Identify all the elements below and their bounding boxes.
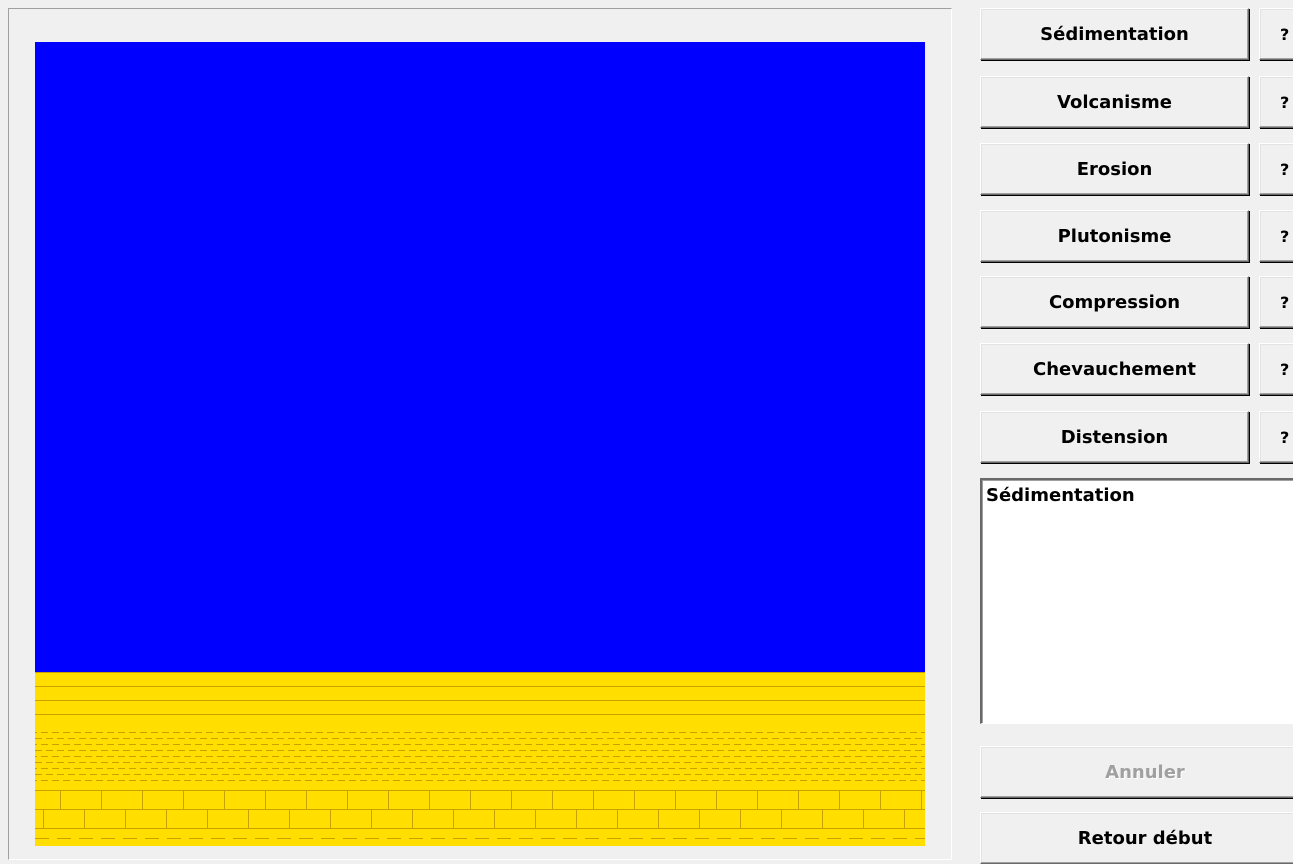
volcanisme-button[interactable]: Volcanisme [980, 76, 1249, 128]
geology-section [35, 42, 925, 846]
simulation-canvas[interactable] [35, 42, 925, 846]
water-area [35, 42, 925, 672]
distension-help-button[interactable]: ? [1259, 411, 1293, 463]
distension-button[interactable]: Distension [980, 411, 1249, 463]
plutonisme-button[interactable]: Plutonisme [980, 210, 1249, 262]
chevauchement-help-button[interactable]: ? [1259, 343, 1293, 395]
volcanisme-help-button[interactable]: ? [1259, 76, 1293, 128]
erosion-button[interactable]: Erosion [980, 143, 1249, 195]
history-item[interactable]: Sédimentation [986, 484, 1293, 508]
erosion-help-button[interactable]: ? [1259, 143, 1293, 195]
history-list[interactable]: Sédimentation [980, 478, 1293, 724]
compression-button[interactable]: Compression [980, 276, 1249, 328]
sediment-strata [35, 672, 925, 846]
chevauchement-button[interactable]: Chevauchement [980, 343, 1249, 395]
compression-help-button[interactable]: ? [1259, 276, 1293, 328]
sedimentation-button[interactable]: Sédimentation [980, 8, 1249, 60]
restart-button[interactable]: Retour début [980, 812, 1293, 864]
sedimentation-help-button[interactable]: ? [1259, 8, 1293, 60]
sediment-fill [35, 672, 925, 846]
undo-button[interactable]: Annuler [980, 746, 1293, 798]
plutonisme-help-button[interactable]: ? [1259, 210, 1293, 262]
